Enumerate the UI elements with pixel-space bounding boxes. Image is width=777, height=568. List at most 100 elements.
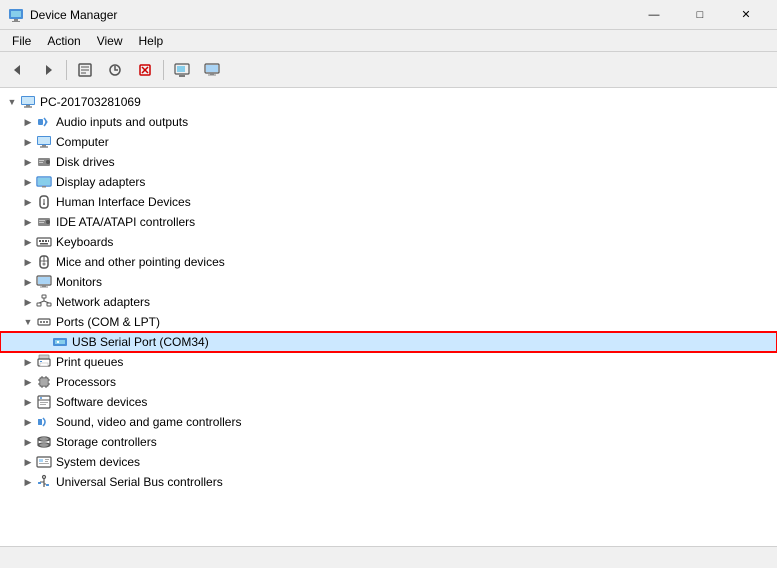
- forward-button[interactable]: [34, 56, 62, 84]
- processors-label: Processors: [56, 375, 116, 389]
- mice-label: Mice and other pointing devices: [56, 255, 225, 269]
- uninstall-icon: [137, 62, 153, 78]
- display-icon: [36, 174, 52, 190]
- keyboards-expander[interactable]: ▶: [20, 234, 36, 250]
- usb-expander[interactable]: ▶: [20, 474, 36, 490]
- properties-button[interactable]: [71, 56, 99, 84]
- tree-item-print[interactable]: ▶ Print queues: [0, 352, 777, 372]
- usb-label: Universal Serial Bus controllers: [56, 475, 223, 489]
- system-expander[interactable]: ▶: [20, 454, 36, 470]
- menu-action[interactable]: Action: [39, 32, 88, 50]
- tree-item-monitors[interactable]: ▶ Monitors: [0, 272, 777, 292]
- computer-label: Computer: [56, 135, 109, 149]
- usb-serial-label: USB Serial Port (COM34): [72, 335, 209, 349]
- title-bar-controls: — □ ✕: [631, 0, 769, 30]
- ports-icon: [36, 314, 52, 330]
- network-expander[interactable]: ▶: [20, 294, 36, 310]
- computer-icon: [20, 94, 36, 110]
- software-icon: [36, 394, 52, 410]
- processors-expander[interactable]: ▶: [20, 374, 36, 390]
- display-label: Display adapters: [56, 175, 145, 189]
- tree-item-ide[interactable]: ▶ IDE ATA/ATAPI controllers: [0, 212, 777, 232]
- disk-label: Disk drives: [56, 155, 115, 169]
- tree-item-usb-serial[interactable]: ▶ USB Serial Port (COM34): [0, 332, 777, 352]
- tree-item-storage[interactable]: ▶ Storage controllers: [0, 432, 777, 452]
- status-bar: [0, 546, 777, 568]
- system-icon: [36, 454, 52, 470]
- hid-icon: [36, 194, 52, 210]
- monitor-button[interactable]: [198, 56, 226, 84]
- uninstall-button[interactable]: [131, 56, 159, 84]
- tree-item-keyboards[interactable]: ▶ Keyboards: [0, 232, 777, 252]
- menu-bar: File Action View Help: [0, 30, 777, 52]
- monitors-expander[interactable]: ▶: [20, 274, 36, 290]
- mice-icon: [36, 254, 52, 270]
- tree-root[interactable]: ▼ PC-201703281069: [0, 92, 777, 112]
- tree-item-computer[interactable]: ▶ Computer: [0, 132, 777, 152]
- maximize-button[interactable]: □: [677, 0, 723, 30]
- scan-button[interactable]: [168, 56, 196, 84]
- software-label: Software devices: [56, 395, 147, 409]
- minimize-button[interactable]: —: [631, 0, 677, 30]
- computer-expander[interactable]: ▶: [20, 134, 36, 150]
- tree-item-network[interactable]: ▶ Network adapters: [0, 292, 777, 312]
- storage-label: Storage controllers: [56, 435, 157, 449]
- network-label: Network adapters: [56, 295, 150, 309]
- tree-item-sound[interactable]: ▶ Sound, video and game controllers: [0, 412, 777, 432]
- sound-expander[interactable]: ▶: [20, 414, 36, 430]
- storage-icon: [36, 434, 52, 450]
- menu-view[interactable]: View: [89, 32, 131, 50]
- keyboards-label: Keyboards: [56, 235, 113, 249]
- tree-item-audio[interactable]: ▶ Audio inputs and outputs: [0, 112, 777, 132]
- keyboard-icon: [36, 234, 52, 250]
- audio-label: Audio inputs and outputs: [56, 115, 188, 129]
- root-expander[interactable]: ▼: [4, 94, 20, 110]
- ports-expander[interactable]: ▼: [20, 314, 36, 330]
- menu-help[interactable]: Help: [131, 32, 172, 50]
- close-button[interactable]: ✕: [723, 0, 769, 30]
- pc-icon: [36, 134, 52, 150]
- tree-item-ports[interactable]: ▼ Ports (COM & LPT): [0, 312, 777, 332]
- sound-icon: [36, 414, 52, 430]
- ide-icon: [36, 214, 52, 230]
- ide-expander[interactable]: ▶: [20, 214, 36, 230]
- back-button[interactable]: [4, 56, 32, 84]
- monitors-label: Monitors: [56, 275, 102, 289]
- disk-icon: [36, 154, 52, 170]
- hid-expander[interactable]: ▶: [20, 194, 36, 210]
- network-icon: [36, 294, 52, 310]
- tree-item-processors[interactable]: ▶ Processors: [0, 372, 777, 392]
- usb-icon: [36, 474, 52, 490]
- app-title: Device Manager: [30, 8, 117, 22]
- monitor-icon: [204, 62, 220, 78]
- main-content: ▼ PC-201703281069 ▶: [0, 88, 777, 546]
- tree-item-usb[interactable]: ▶ Universal Serial Bus controllers: [0, 472, 777, 492]
- monitor-tree-icon: [36, 274, 52, 290]
- sound-label: Sound, video and game controllers: [56, 415, 241, 429]
- properties-icon: [77, 62, 93, 78]
- disk-expander[interactable]: ▶: [20, 154, 36, 170]
- tree-item-mice[interactable]: ▶ Mice and other pointing devices: [0, 252, 777, 272]
- tree-item-display[interactable]: ▶ Display adapters: [0, 172, 777, 192]
- display-expander[interactable]: ▶: [20, 174, 36, 190]
- scan-icon: [174, 62, 190, 78]
- menu-file[interactable]: File: [4, 32, 39, 50]
- mice-expander[interactable]: ▶: [20, 254, 36, 270]
- root-label: PC-201703281069: [40, 95, 141, 109]
- toolbar-separator-1: [66, 60, 67, 80]
- tree-item-disk[interactable]: ▶ Disk drives: [0, 152, 777, 172]
- tree-item-hid[interactable]: ▶ Human Interface Devices: [0, 192, 777, 212]
- usb-serial-icon: [52, 334, 68, 350]
- processor-icon: [36, 374, 52, 390]
- audio-expander[interactable]: ▶: [20, 114, 36, 130]
- software-expander[interactable]: ▶: [20, 394, 36, 410]
- storage-expander[interactable]: ▶: [20, 434, 36, 450]
- device-tree: ▼ PC-201703281069 ▶: [0, 88, 777, 546]
- tree-item-system[interactable]: ▶ System devices: [0, 452, 777, 472]
- toolbar: [0, 52, 777, 88]
- update-icon: [107, 62, 123, 78]
- update-button[interactable]: [101, 56, 129, 84]
- forward-icon: [40, 62, 56, 78]
- print-expander[interactable]: ▶: [20, 354, 36, 370]
- tree-item-software[interactable]: ▶ Software devices: [0, 392, 777, 412]
